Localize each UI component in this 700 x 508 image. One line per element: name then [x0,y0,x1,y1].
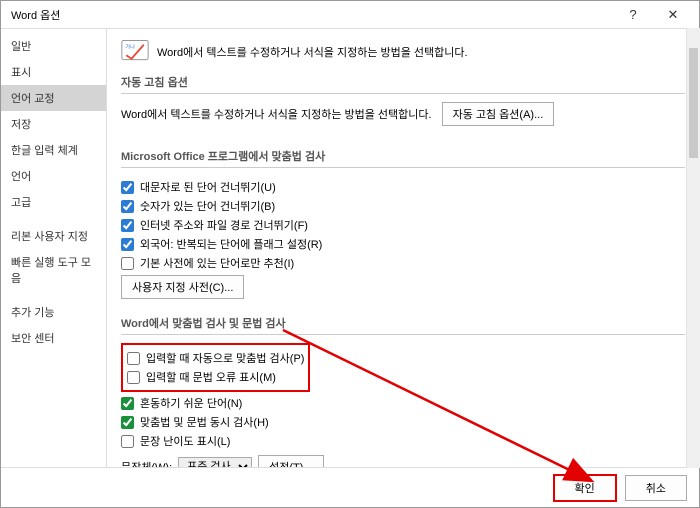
cancel-button[interactable]: 취소 [625,475,687,501]
sidebar-item-addins[interactable]: 추가 기능 [1,299,106,325]
sidebar-item-korean-input[interactable]: 한글 입력 체계 [1,137,106,163]
mark-grammar-errors-label: 입력할 때 문법 오류 표시(M) [146,369,276,385]
scrollbar-thumb[interactable] [689,48,698,158]
sidebar-item-language[interactable]: 언어 [1,163,106,189]
autocorrect-options-button[interactable]: 자동 고침 옵션(A)... [442,102,555,126]
confused-words-label: 혼동하기 쉬운 단어(N) [140,395,242,411]
check-grammar-with-spelling-label: 맞춤법 및 문법 동시 검사(H) [140,414,269,430]
skip-urls-label: 인터넷 주소와 파일 경로 건너뛰기(F) [140,217,308,233]
writing-style-select[interactable]: 표준 검사 [178,457,252,467]
sidebar: 일반 표시 언어 교정 저장 한글 입력 체계 언어 고급 리본 사용자 지정 … [1,29,107,467]
skip-numbers-label: 숫자가 있는 단어 건너뛰기(B) [140,198,275,214]
main-dict-only-checkbox[interactable] [121,257,134,270]
highlight-box: 입력할 때 자동으로 맞춤법 검사(P) 입력할 때 문법 오류 표시(M) [121,343,310,392]
sidebar-item-ribbon[interactable]: 리본 사용자 지정 [1,223,106,249]
sidebar-item-trust-center[interactable]: 보안 센터 [1,325,106,351]
skip-uppercase-checkbox[interactable] [121,181,134,194]
flag-repeated-checkbox[interactable] [121,238,134,251]
header-text: Word에서 텍스트를 수정하거나 서식을 지정하는 방법을 선택합니다. [157,44,468,60]
sidebar-item-advanced[interactable]: 고급 [1,189,106,215]
readability-stats-label: 문장 난이도 표시(L) [140,433,230,449]
check-grammar-with-spelling-checkbox[interactable] [121,416,134,429]
writing-style-label: 문장체(W): [121,459,172,467]
close-button[interactable]: ✕ [653,1,693,28]
proofing-icon: 가나 [121,39,149,64]
svg-text:가나: 가나 [125,42,135,50]
check-spelling-typing-checkbox[interactable] [127,352,140,365]
section-office-spell-title: Microsoft Office 프로그램에서 맞춤법 검사 [121,148,685,168]
sidebar-item-proofing[interactable]: 언어 교정 [1,85,106,111]
section-autocorrect-title: 자동 고침 옵션 [121,74,685,94]
sidebar-item-display[interactable]: 표시 [1,59,106,85]
check-spelling-typing-label: 입력할 때 자동으로 맞춤법 검사(P) [146,350,304,366]
skip-urls-checkbox[interactable] [121,219,134,232]
mark-grammar-errors-checkbox[interactable] [127,371,140,384]
autocorrect-desc: Word에서 텍스트를 수정하거나 서식을 지정하는 방법을 선택합니다. [121,106,432,122]
custom-dictionary-button[interactable]: 사용자 지정 사전(C)... [121,275,244,299]
readability-stats-checkbox[interactable] [121,435,134,448]
section-word-spell-title: Word에서 맞춤법 검사 및 문법 검사 [121,315,685,335]
main-dict-only-label: 기본 사전에 있는 단어로만 추천(I) [140,255,294,271]
window-title: Word 옵션 [7,7,613,23]
help-button[interactable]: ? [613,1,653,28]
sidebar-item-general[interactable]: 일반 [1,33,106,59]
writing-style-settings-button[interactable]: 설정(T)... [258,455,323,467]
sidebar-item-quick-access[interactable]: 빠른 실행 도구 모음 [1,249,106,291]
sidebar-item-save[interactable]: 저장 [1,111,106,137]
content-pane: 가나 Word에서 텍스트를 수정하거나 서식을 지정하는 방법을 선택합니다.… [107,29,699,467]
skip-numbers-checkbox[interactable] [121,200,134,213]
flag-repeated-label: 외국어: 반복되는 단어에 플래그 설정(R) [140,236,322,252]
ok-button[interactable]: 확인 [553,474,617,502]
vertical-scrollbar[interactable] [686,28,700,468]
skip-uppercase-label: 대문자로 된 단어 건너뛰기(U) [140,179,276,195]
confused-words-checkbox[interactable] [121,397,134,410]
